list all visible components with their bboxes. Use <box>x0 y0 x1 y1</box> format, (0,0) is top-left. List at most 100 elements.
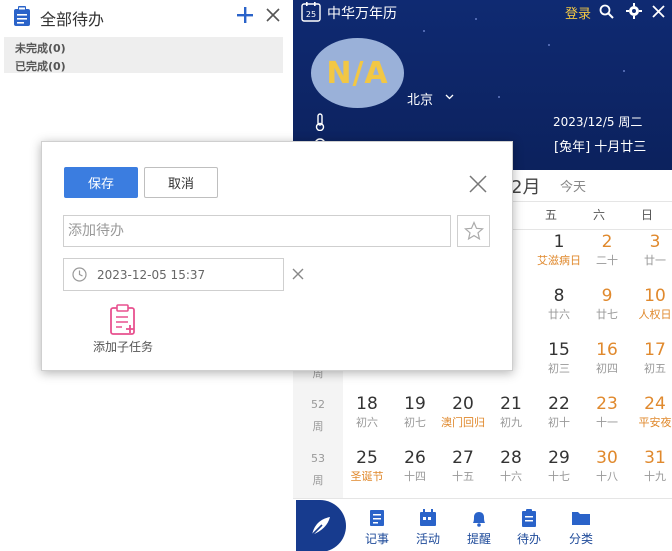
lunar-label: 初三 <box>548 362 570 375</box>
day-cell[interactable]: 19 初七 <box>391 390 439 440</box>
day-number: 29 <box>548 448 570 468</box>
city-selector[interactable]: 北京 <box>407 89 433 108</box>
day-cell[interactable]: 17 初五 <box>631 336 672 386</box>
lunar-label: 十八 <box>596 470 618 483</box>
save-button[interactable]: 保存 <box>64 167 138 198</box>
day-cell[interactable]: 18 初六 <box>343 390 391 440</box>
close-icon[interactable] <box>469 175 487 193</box>
login-link[interactable]: 登录 <box>565 3 591 22</box>
lunar-label: 廿七 <box>596 308 618 321</box>
lunar-label: 二十 <box>596 254 618 267</box>
lunar-label: 人权日 <box>638 308 672 321</box>
search-icon[interactable] <box>599 4 614 19</box>
day-cell[interactable]: 27 十五 <box>439 444 487 494</box>
lunar-label: 平安夜 <box>638 416 672 429</box>
day-number: 28 <box>500 448 522 468</box>
lunar-label: 初四 <box>596 362 618 375</box>
weather-display[interactable]: N/A <box>311 38 404 108</box>
bell-icon <box>473 512 485 527</box>
day-cell[interactable]: 10 人权日 <box>631 282 672 332</box>
day-cell[interactable]: 23 十一 <box>583 390 631 440</box>
todo-title-input[interactable] <box>63 215 451 247</box>
day-cell[interactable]: 25 圣诞节 <box>343 444 391 494</box>
add-subtask-button[interactable]: 添加子任务 <box>90 304 156 355</box>
day-cell[interactable]: 8 廿六 <box>535 282 583 332</box>
pen-logo-icon[interactable] <box>296 500 346 551</box>
day-number: 18 <box>356 394 378 414</box>
activity-icon <box>420 509 436 526</box>
calendar-logo-icon: 25 <box>301 2 321 22</box>
lunar-label: 廿一 <box>644 254 666 267</box>
month-label[interactable]: 2月 <box>511 173 540 199</box>
day-number: 17 <box>644 340 666 360</box>
day-number: 2 <box>601 232 613 252</box>
day-cell[interactable]: 26 十四 <box>391 444 439 494</box>
add-todo-button[interactable] <box>236 6 254 24</box>
day-cell[interactable]: 3 廿一 <box>631 228 672 278</box>
nav-todo[interactable]: 待办 <box>509 509 549 547</box>
solar-date: 2023/12/5 周二 <box>553 115 643 129</box>
logo-day-text: 25 <box>306 10 316 19</box>
day-cell[interactable]: 1 艾滋病日 <box>535 228 583 278</box>
day-cell[interactable]: 22 初十 <box>535 390 583 440</box>
clipboard-icon <box>13 6 31 26</box>
day-number: 8 <box>553 286 565 306</box>
day-cell[interactable]: 16 初四 <box>583 336 631 386</box>
nav-label: 提醒 <box>466 532 491 546</box>
lunar-label: 初九 <box>500 416 522 429</box>
notes-icon <box>370 510 384 526</box>
nav-reminder[interactable]: 提醒 <box>459 509 499 547</box>
weekday-fri: 五 <box>544 208 557 222</box>
nav-category[interactable]: 分类 <box>561 509 601 547</box>
lunar-label: 圣诞节 <box>350 470 384 483</box>
clock-icon <box>72 267 87 282</box>
todo-group-list: 未完成(0) 已完成(0) <box>4 37 283 73</box>
day-cell[interactable]: 29 十七 <box>535 444 583 494</box>
day-cell[interactable]: 15 初三 <box>535 336 583 386</box>
add-subtask-icon <box>110 304 135 335</box>
clear-time-icon[interactable] <box>292 268 304 280</box>
day-number: 16 <box>596 340 618 360</box>
today-button[interactable]: 今天 <box>560 176 586 195</box>
day-cell[interactable]: 31 十九 <box>631 444 672 494</box>
reminder-time-field[interactable]: 2023-12-05 15:37 <box>63 258 284 291</box>
group-unfinished[interactable]: 未完成(0) <box>15 40 66 56</box>
nav-activity[interactable]: 活动 <box>408 509 448 547</box>
add-subtask-label: 添加子任务 <box>92 340 153 354</box>
todo-panel-title: 全部待办 <box>40 10 105 29</box>
day-cell[interactable]: 2 二十 <box>583 228 631 278</box>
day-cell[interactable]: 28 十六 <box>487 444 535 494</box>
day-number: 21 <box>500 394 522 414</box>
day-number: 15 <box>548 340 570 360</box>
day-number: 3 <box>649 232 661 252</box>
day-cell[interactable]: 30 十八 <box>583 444 631 494</box>
day-number: 10 <box>644 286 666 306</box>
lunar-label: 艾滋病日 <box>537 254 581 267</box>
group-finished[interactable]: 已完成(0) <box>15 58 66 74</box>
day-number: 23 <box>596 394 618 414</box>
nav-label: 分类 <box>568 532 593 546</box>
day-cell[interactable]: 9 廿七 <box>583 282 631 332</box>
day-number: 24 <box>644 394 666 414</box>
day-number: 1 <box>553 232 565 252</box>
week-number: 52 <box>311 398 325 411</box>
day-cell[interactable]: 20 澳门回归 <box>439 390 487 440</box>
gear-icon[interactable] <box>626 3 642 19</box>
week-label: 周 <box>312 420 324 433</box>
folder-icon <box>572 512 590 525</box>
lunar-label: 十一 <box>596 416 618 429</box>
cancel-button[interactable]: 取消 <box>144 167 218 198</box>
star-button[interactable] <box>457 215 490 247</box>
todo-header: 全部待办 <box>0 0 292 32</box>
lunar-label: 十九 <box>644 470 666 483</box>
day-number: 31 <box>644 448 666 468</box>
nav-label: 活动 <box>415 532 440 546</box>
day-number: 30 <box>596 448 618 468</box>
day-cell[interactable]: 24 平安夜 <box>631 390 672 440</box>
close-icon[interactable] <box>652 5 665 18</box>
close-panel-button[interactable] <box>265 7 281 23</box>
day-cell[interactable]: 21 初九 <box>487 390 535 440</box>
day-number: 25 <box>356 448 378 468</box>
nav-notes[interactable]: 记事 <box>357 509 397 547</box>
chevron-down-icon[interactable] <box>445 94 454 100</box>
